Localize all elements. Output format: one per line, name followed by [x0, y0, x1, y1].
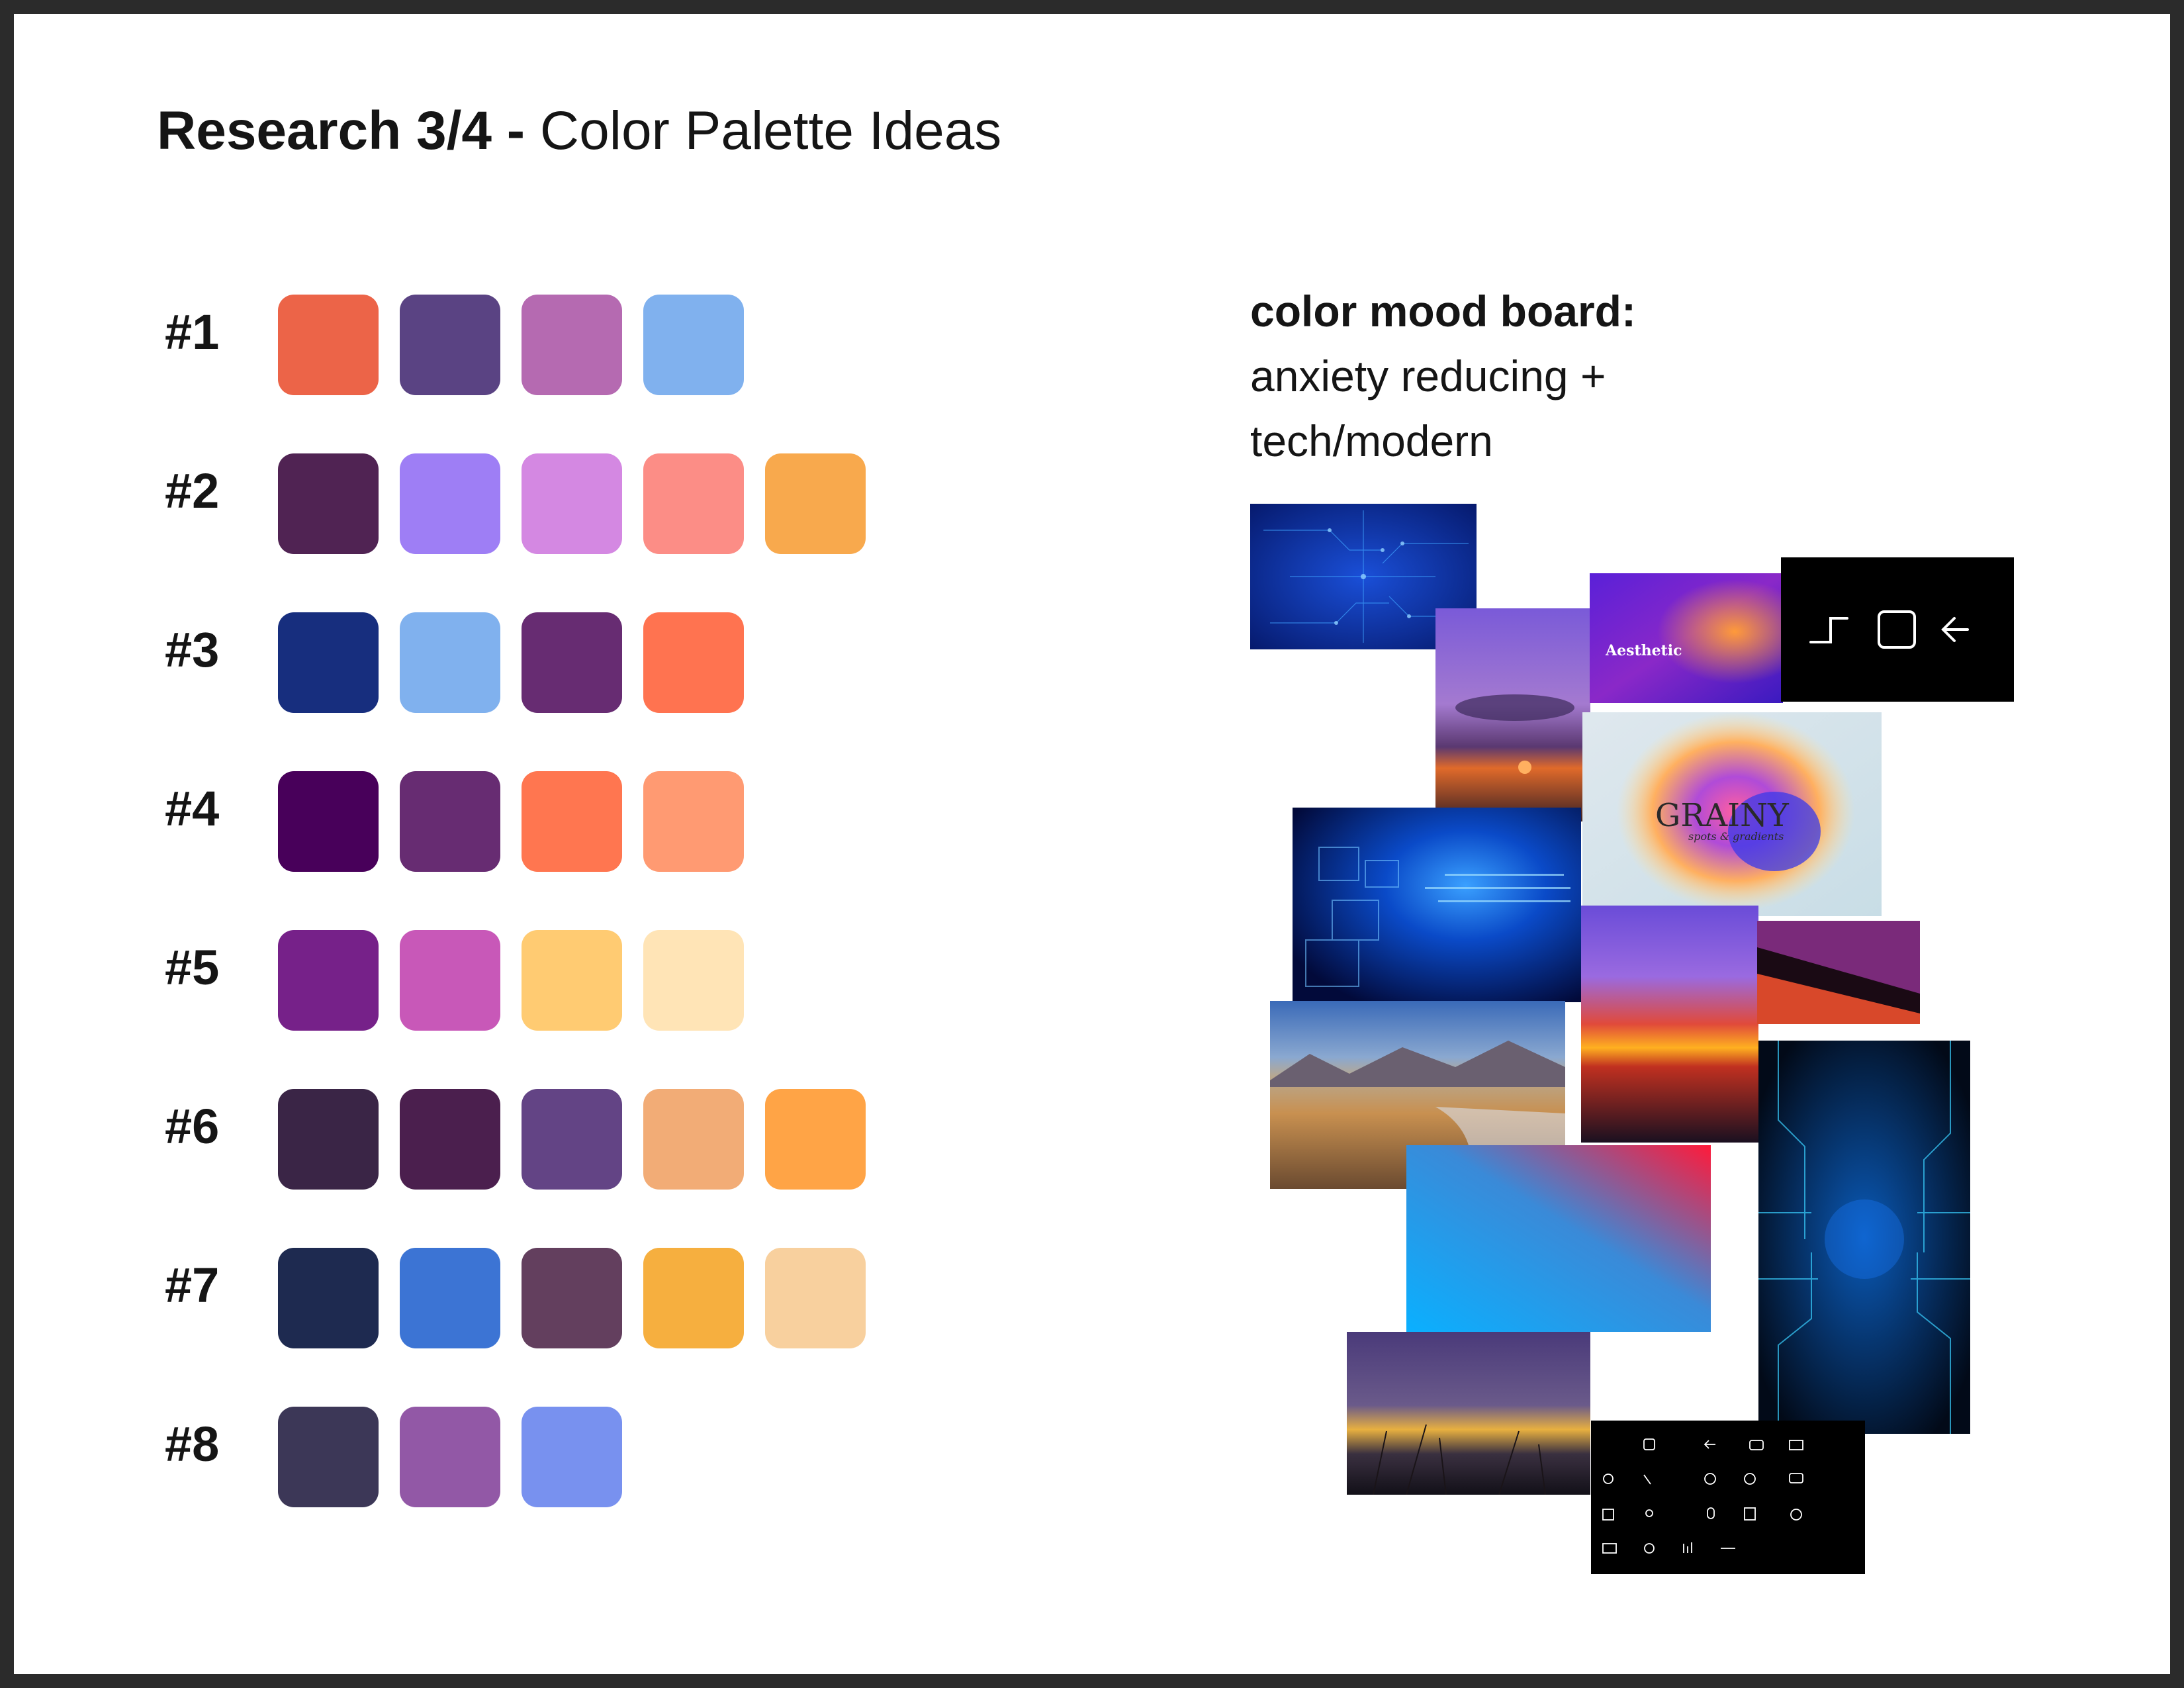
- color-swatch: [278, 1407, 379, 1507]
- palette-label: #4: [165, 781, 220, 836]
- color-swatch: [643, 453, 744, 554]
- color-swatch: [400, 295, 500, 395]
- color-swatch: [765, 453, 866, 554]
- color-swatch: [400, 612, 500, 713]
- color-swatch: [522, 453, 622, 554]
- grainy-title: GRAINY: [1655, 797, 1789, 834]
- color-swatch: [643, 1248, 744, 1348]
- mood-image-blue-red-gradient: [1406, 1145, 1711, 1332]
- grainy-subtitle: spots & gradients: [1688, 830, 1784, 843]
- palette-row: #4: [14, 771, 940, 872]
- mood-image-vivid-sunset: [1581, 906, 1758, 1143]
- palette-label: #3: [165, 622, 220, 677]
- color-swatch: [522, 1407, 622, 1507]
- mood-board-heading-bold: color mood board:: [1250, 287, 1636, 336]
- color-swatch: [765, 1089, 866, 1190]
- mood-image-binary-tunnel: [1293, 808, 1581, 1002]
- mood-image-purple-sunset: [1435, 608, 1590, 821]
- color-swatch: [522, 295, 622, 395]
- title-light-part: Color Palette Ideas: [539, 101, 1002, 161]
- palette-label: #5: [165, 940, 220, 995]
- color-swatch: [765, 1248, 866, 1348]
- color-swatch: [643, 930, 744, 1031]
- mood-image-geometric-bands: [1757, 921, 1920, 1024]
- color-swatch: [522, 1089, 622, 1190]
- title-bold-part: Research 3/4 -: [157, 101, 525, 161]
- color-swatch: [522, 612, 622, 713]
- palette-label: #1: [165, 305, 220, 359]
- mood-image-grainy-gradient: GRAINY spots & gradients: [1582, 712, 1882, 916]
- palette-row: #5: [14, 930, 940, 1031]
- mood-board-heading-line2: anxiety reducing +: [1250, 352, 1606, 400]
- mood-image-aesthetic-gradient: Aesthetic: [1590, 573, 1783, 703]
- mood-board-heading-line3: tech/modern: [1250, 416, 1493, 465]
- palette-row: #1: [14, 295, 940, 395]
- color-swatch: [400, 453, 500, 554]
- color-swatch: [278, 930, 379, 1031]
- color-swatch: [278, 612, 379, 713]
- palette-label: #7: [165, 1258, 220, 1313]
- mood-image-circuit-board: [1758, 1041, 1970, 1434]
- palette-row: #2: [14, 453, 940, 554]
- palette-label: #2: [165, 463, 220, 518]
- color-swatch: [400, 1248, 500, 1348]
- mood-image-grass-dusk: [1347, 1332, 1590, 1495]
- slide: Research 3/4 - Color Palette Ideas #1 #2 #…: [14, 14, 2170, 1674]
- palette-label: #8: [165, 1417, 220, 1472]
- color-swatch: [643, 771, 744, 872]
- color-swatch: [522, 930, 622, 1031]
- palette-row: #7: [14, 1248, 940, 1348]
- aesthetic-title: Aesthetic: [1606, 642, 1682, 659]
- page-title: Research 3/4 - Color Palette Ideas: [157, 104, 1001, 158]
- color-swatch: [643, 612, 744, 713]
- palette-row: #6: [14, 1089, 940, 1190]
- color-swatch: [643, 295, 744, 395]
- mood-board-heading: color mood board: anxiety reducing + tec…: [1250, 279, 1636, 473]
- color-swatch: [400, 930, 500, 1031]
- color-swatch: [643, 1089, 744, 1190]
- color-swatch: [522, 771, 622, 872]
- color-swatch: [278, 771, 379, 872]
- palette-row: #8: [14, 1407, 940, 1507]
- mood-image-line-icons: [1781, 557, 2014, 702]
- color-swatch: [278, 1248, 379, 1348]
- color-swatch: [278, 295, 379, 395]
- color-swatch: [522, 1248, 622, 1348]
- palette-label: #6: [165, 1099, 220, 1154]
- color-swatch: [400, 1089, 500, 1190]
- color-swatch: [278, 453, 379, 554]
- palette-row: #3: [14, 612, 940, 713]
- color-swatch: [278, 1089, 379, 1190]
- color-swatch: [400, 1407, 500, 1507]
- color-swatch: [400, 771, 500, 872]
- mood-image-icon-grid: [1591, 1421, 1865, 1574]
